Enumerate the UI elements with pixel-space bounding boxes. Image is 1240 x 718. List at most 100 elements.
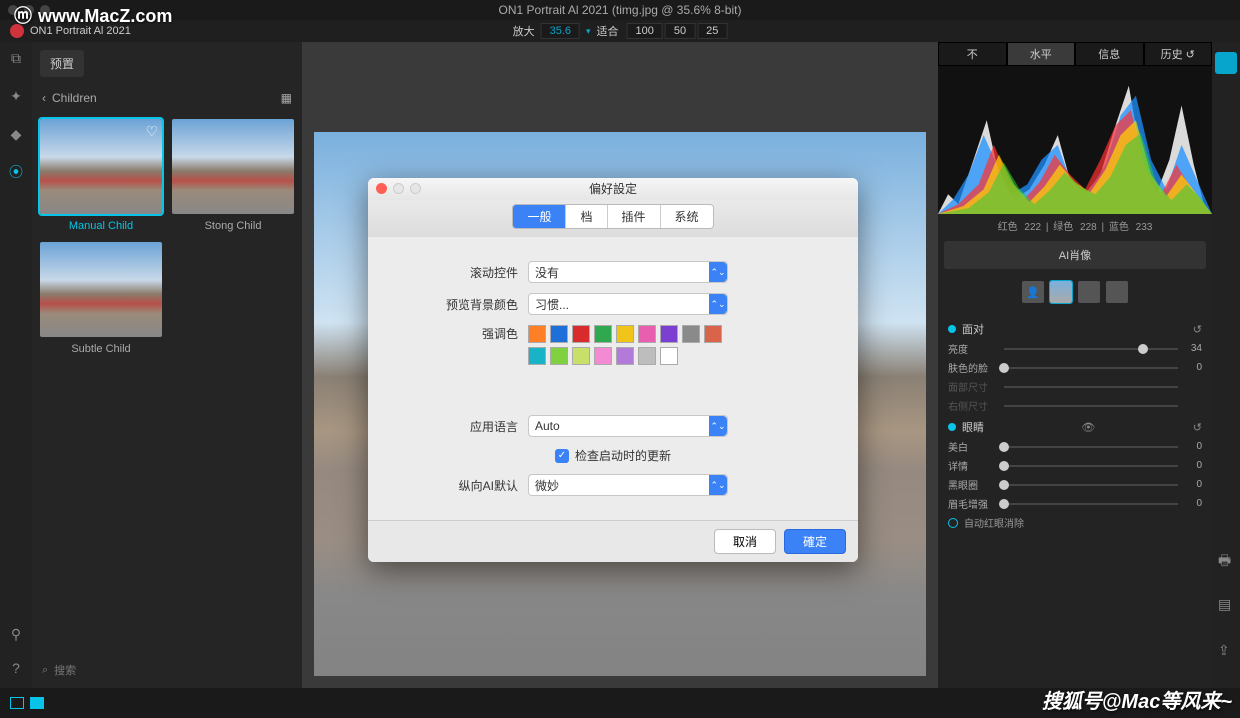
slider-whiten[interactable]: 美白0 [948,439,1202,454]
share-icon[interactable]: ⚲ [6,624,26,644]
color-swatch[interactable] [528,347,546,365]
watermark-top: www.MacZ.com [14,2,172,28]
checkbox-icon: ✓ [555,449,569,463]
ok-button[interactable]: 確定 [784,529,846,554]
breadcrumb[interactable]: ‹ Children ▦ [32,85,302,111]
right-panel: 不 水平 信息 历史 ↺ 红色 222 | 绿色 228 | 蓝色 233 AI… [938,42,1212,718]
slider-face-size: 面部尺寸 [948,379,1202,394]
color-swatch[interactable] [682,325,700,343]
back-chevron-icon[interactable]: ‹ [42,91,46,105]
view-mode-2[interactable] [30,697,44,709]
bg-label: 预览背景颜色 [392,296,518,313]
print-icon[interactable]: 🖶 [1218,550,1234,566]
color-swatch[interactable] [550,347,568,365]
color-swatch[interactable] [528,325,546,343]
accent-swatches [528,325,738,365]
heart-icon[interactable]: ♡ [145,123,158,140]
tab-level[interactable]: 水平 [1007,42,1076,66]
rgb-readout: 红色 222 | 绿色 228 | 蓝色 233 [938,214,1212,237]
color-swatch[interactable] [638,347,656,365]
eye-icon[interactable]: 👁 [1081,421,1095,434]
right-toolbar: 🖶 ▤ ⇪ [1212,42,1240,718]
add-face-icon[interactable]: 👤 [1022,281,1044,303]
maximize-icon [410,183,421,194]
fit-100-button[interactable]: 100 [627,23,663,39]
auto-redeye-checkbox[interactable]: 自动红眼消除 [948,515,1202,530]
reset-icon[interactable]: ↺ [1193,421,1202,434]
cancel-button[interactable]: 取消 [714,529,776,554]
chevron-down-icon: ⌃⌄ [709,475,727,495]
minimize-icon [393,183,404,194]
color-swatch[interactable] [594,325,612,343]
face-thumbs: 👤 [938,273,1212,311]
zoom-tool-icon[interactable]: ⦿ [6,162,26,182]
modal-titlebar: 偏好設定 [368,178,858,200]
close-icon[interactable] [376,183,387,194]
scroll-select[interactable]: 没有⌃⌄ [528,261,728,283]
vertical-select[interactable]: 微妙⌃⌄ [528,474,728,496]
tab-history[interactable]: 历史 ↺ [1144,42,1213,66]
section-eyes[interactable]: 眼睛👁↺ [948,419,1202,435]
slider-dark-circles[interactable]: 黑眼圈0 [948,477,1202,492]
watermark-bottom: 搜狐号@Mac等风来~ [1042,685,1232,714]
color-swatch[interactable] [704,325,722,343]
view-mode-1[interactable] [10,697,24,709]
presets-tab[interactable]: 预置 [40,50,84,77]
slider-skin[interactable]: 肤色的脸0 [948,360,1202,375]
zoom-label: 放大 [513,23,535,39]
tab-info[interactable]: 信息 [1075,42,1144,66]
ai-portrait-button[interactable]: AI肖像 [944,241,1206,269]
help-icon[interactable]: ? [6,658,26,678]
search-icon: ⌕ [42,664,48,677]
preset-thumb[interactable]: Stong Child [172,119,294,232]
preset-thumb[interactable]: Subtle Child [40,242,162,355]
preferences-modal: 偏好設定 一般 档 插件 系统 滚动控件 没有⌃⌄ 预览背景颜色 习惯...⌃⌄… [368,178,858,562]
layers-icon[interactable]: ▤ [1218,596,1234,612]
color-swatch[interactable] [638,325,656,343]
left-toolbar: ⧉ ✦ ◆ ⦿ ⚲ ? [0,42,32,718]
color-swatch[interactable] [572,347,590,365]
face-thumb[interactable] [1106,281,1128,303]
face-thumb[interactable] [1050,281,1072,303]
chevron-down-icon: ⌃⌄ [709,294,727,314]
lang-label: 应用语言 [392,418,518,435]
color-swatch[interactable] [660,325,678,343]
zoom-value[interactable]: 35.6 [541,23,580,39]
tab-plugins[interactable]: 插件 [608,205,661,228]
user-icon[interactable] [1215,52,1237,74]
slider-right-size: 右侧尺寸 [948,398,1202,413]
export-icon[interactable]: ⇪ [1218,642,1234,658]
check-updates-checkbox[interactable]: ✓检查启动时的更新 [392,447,834,464]
brush-tool-icon[interactable]: ◆ [6,124,26,144]
color-swatch[interactable] [616,325,634,343]
color-swatch[interactable] [572,325,590,343]
fit-50-button[interactable]: 50 [665,23,695,39]
tab-general[interactable]: 一般 [513,205,566,228]
fit-25-button[interactable]: 25 [697,23,727,39]
preset-thumb[interactable]: ♡ Manual Child [40,119,162,232]
section-face[interactable]: 面对↺ [948,321,1202,337]
reset-icon[interactable]: ↺ [1193,323,1202,336]
grid-icon[interactable]: ▦ [281,91,292,105]
vertical-label: 纵向AI默认 [392,477,518,494]
window-titlebar: ON1 Portrait Al 2021 (timg.jpg @ 35.6% 8… [0,0,1240,20]
color-swatch[interactable] [594,347,612,365]
wand-tool-icon[interactable]: ✦ [6,86,26,106]
modal-tabs: 一般 档 插件 系统 [368,200,858,237]
color-swatch[interactable] [660,347,678,365]
chevron-down-icon: ⌃⌄ [709,416,727,436]
slider-detail[interactable]: 详情0 [948,458,1202,473]
color-swatch[interactable] [616,347,634,365]
face-thumb[interactable] [1078,281,1100,303]
bg-select[interactable]: 习惯...⌃⌄ [528,293,728,315]
scroll-label: 滚动控件 [392,264,518,281]
tab-none[interactable]: 不 [938,42,1007,66]
tab-system[interactable]: 系统 [661,205,713,228]
lang-select[interactable]: Auto⌃⌄ [528,415,728,437]
tab-file[interactable]: 档 [566,205,607,228]
window-title: ON1 Portrait Al 2021 (timg.jpg @ 35.6% 8… [499,3,742,17]
slider-brightness[interactable]: 亮度34 [948,341,1202,356]
crop-tool-icon[interactable]: ⧉ [6,48,26,68]
color-swatch[interactable] [550,325,568,343]
slider-eyebrow[interactable]: 眉毛增强0 [948,496,1202,511]
